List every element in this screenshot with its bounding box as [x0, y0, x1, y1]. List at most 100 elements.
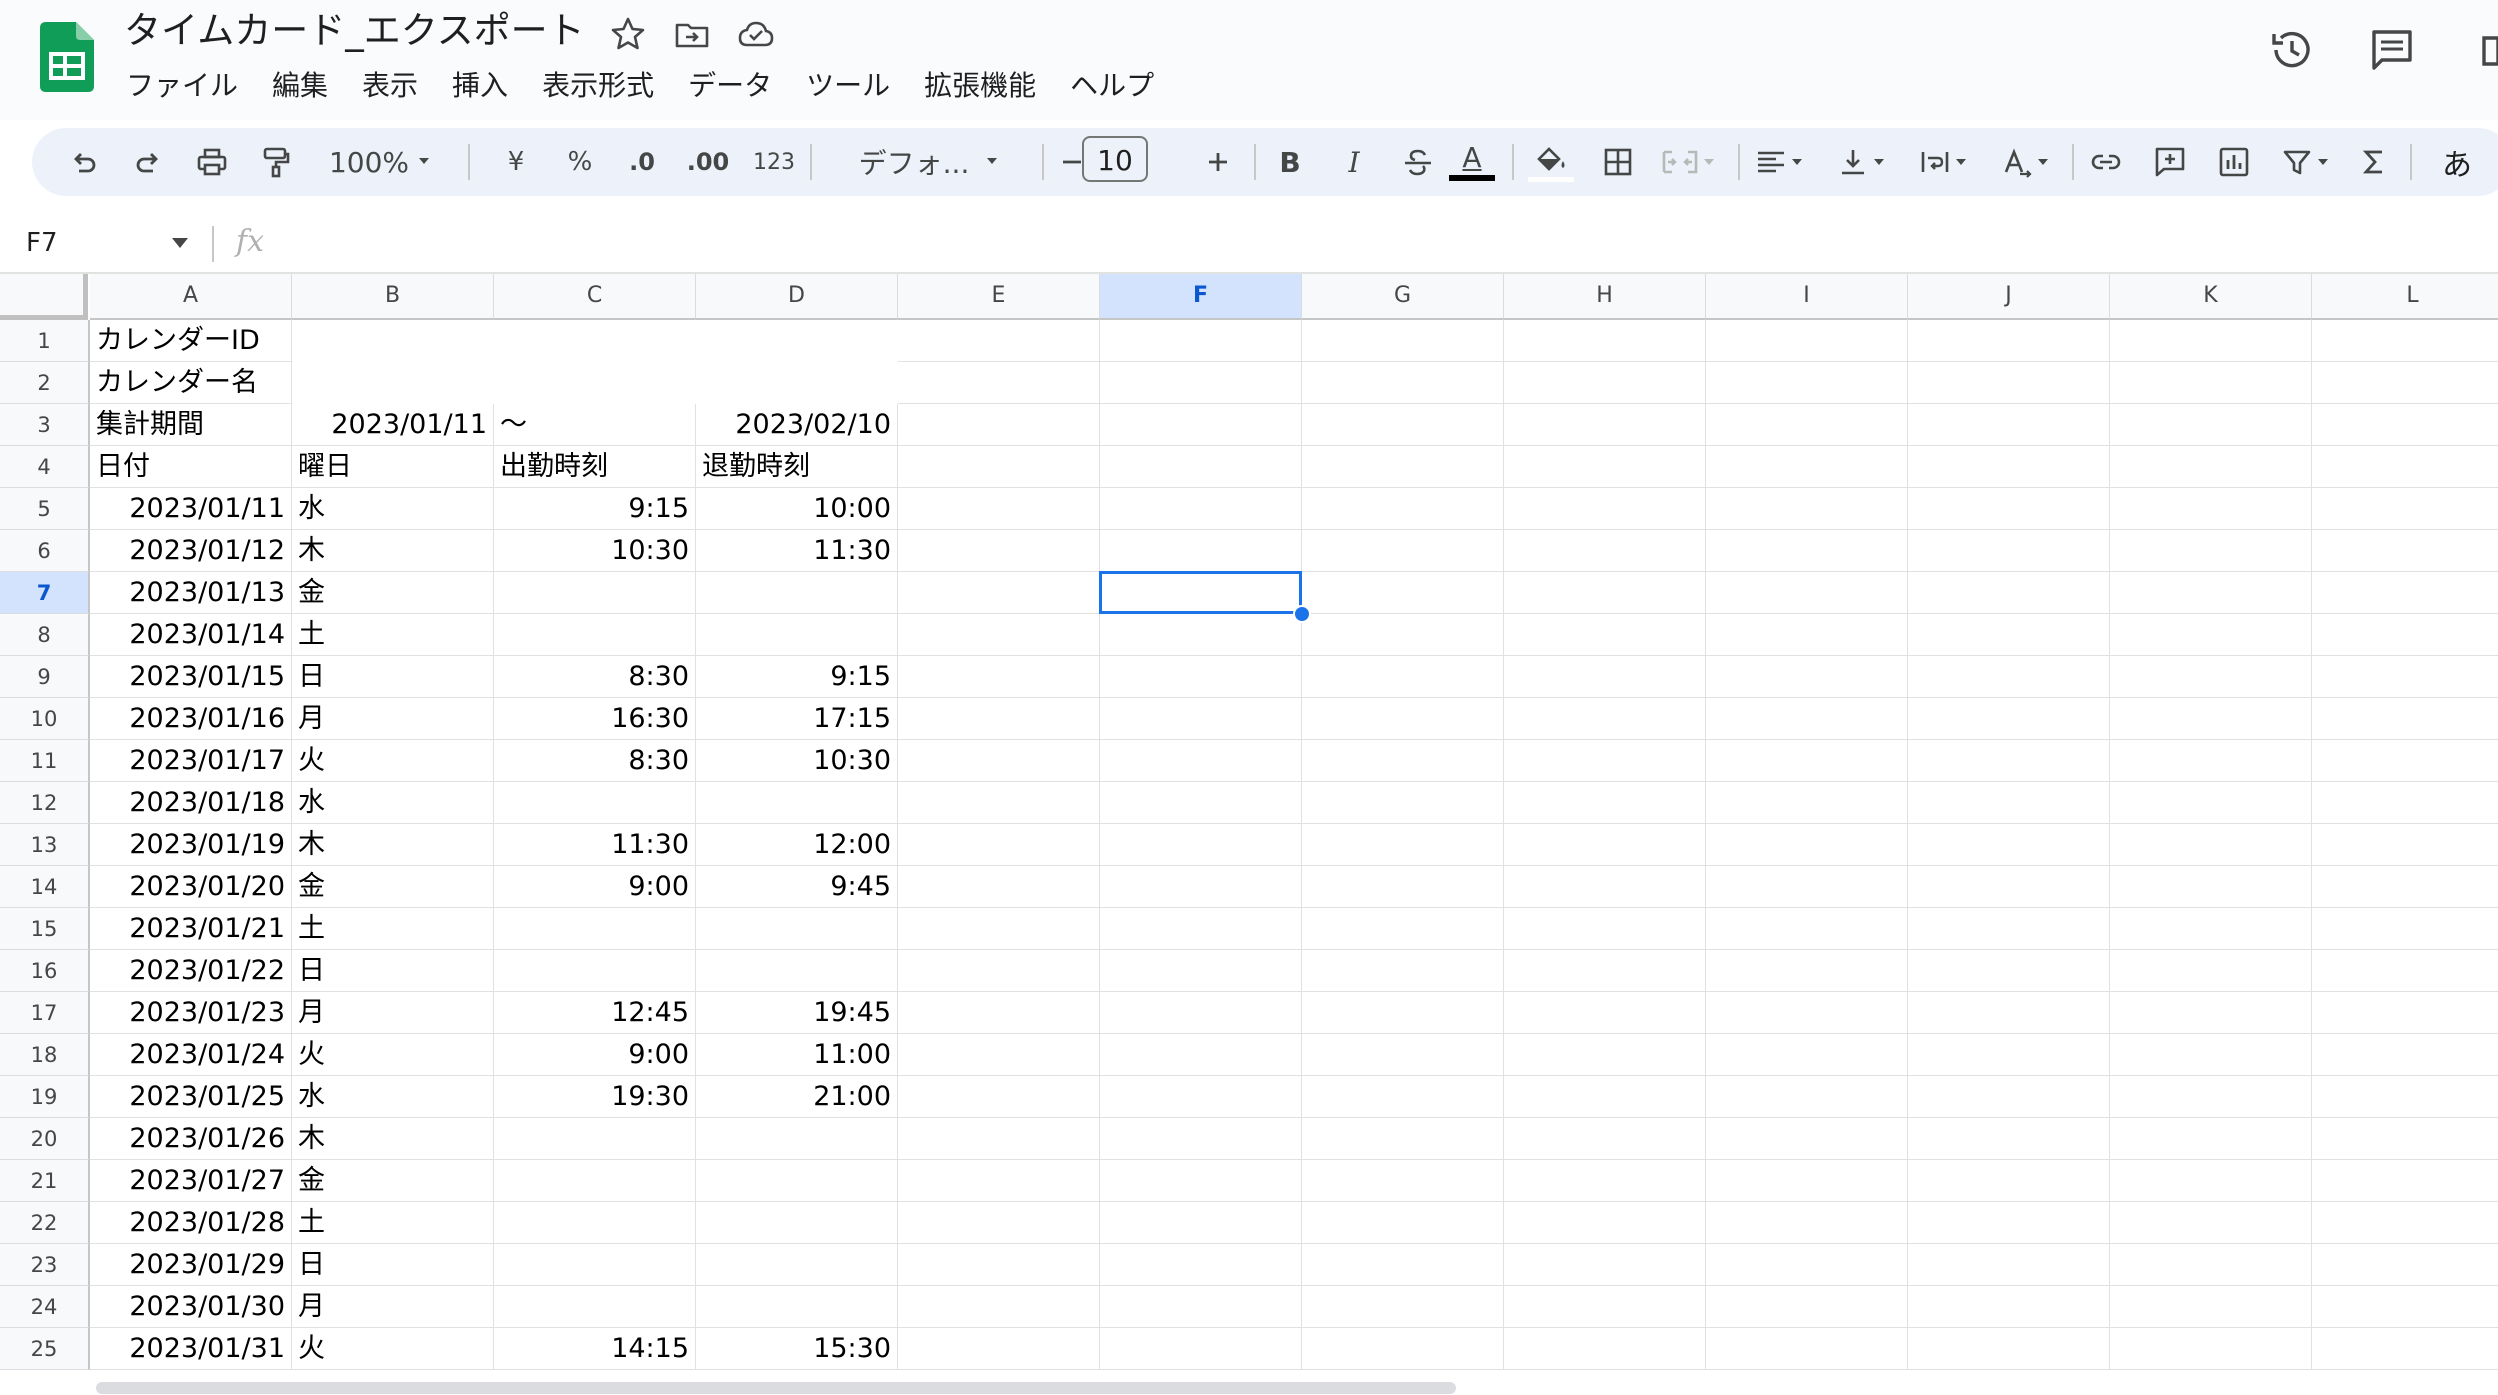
row-header-19[interactable]: 19 [0, 1076, 90, 1118]
cell-b18[interactable]: 火 [292, 1034, 494, 1076]
cell-d19[interactable]: 21:00 [696, 1076, 898, 1118]
cell-d9[interactable]: 9:15 [696, 656, 898, 698]
cell-g17[interactable] [1302, 992, 1504, 1034]
cell-c18[interactable]: 9:00 [494, 1034, 696, 1076]
cell-d5[interactable]: 10:00 [696, 488, 898, 530]
merge-cells-button[interactable] [1652, 138, 1728, 186]
cell-j6[interactable] [1908, 530, 2110, 572]
cell-c20[interactable] [494, 1118, 696, 1160]
cell-g2[interactable] [1302, 362, 1504, 404]
cell-k1[interactable] [2110, 320, 2312, 362]
cell-k7[interactable] [2110, 572, 2312, 614]
cell-l15[interactable] [2312, 908, 2498, 950]
cell-j18[interactable] [1908, 1034, 2110, 1076]
cell-f16[interactable] [1100, 950, 1302, 992]
cell-d7[interactable] [696, 572, 898, 614]
cell-h12[interactable] [1504, 782, 1706, 824]
cell-h3[interactable] [1504, 404, 1706, 446]
row-header-25[interactable]: 25 [0, 1328, 90, 1370]
menu-insert[interactable]: 挿入 [435, 66, 525, 106]
cell-l21[interactable] [2312, 1160, 2498, 1202]
name-box[interactable]: F7 [26, 224, 58, 262]
row-header-23[interactable]: 23 [0, 1244, 90, 1286]
cell-g9[interactable] [1302, 656, 1504, 698]
cell-g8[interactable] [1302, 614, 1504, 656]
cell-b17[interactable]: 月 [292, 992, 494, 1034]
cell-h11[interactable] [1504, 740, 1706, 782]
font-size-input[interactable]: 10 [1082, 136, 1148, 182]
column-header-f[interactable]: F [1100, 274, 1302, 320]
column-header-j[interactable]: J [1908, 274, 2110, 320]
cell-c13[interactable]: 11:30 [494, 824, 696, 866]
cell-g5[interactable] [1302, 488, 1504, 530]
cell-c2[interactable] [494, 362, 696, 404]
cell-e16[interactable] [898, 950, 1100, 992]
font-size-increase-button[interactable] [1196, 138, 1240, 186]
cell-f10[interactable] [1100, 698, 1302, 740]
row-header-1[interactable]: 1 [0, 320, 90, 362]
cell-b12[interactable]: 水 [292, 782, 494, 824]
cell-h22[interactable] [1504, 1202, 1706, 1244]
column-header-l[interactable]: L [2312, 274, 2498, 320]
cell-j24[interactable] [1908, 1286, 2110, 1328]
row-header-18[interactable]: 18 [0, 1034, 90, 1076]
cell-i10[interactable] [1706, 698, 1908, 740]
cell-g4[interactable] [1302, 446, 1504, 488]
zoom-select[interactable]: 100% [322, 138, 446, 186]
cell-a6[interactable]: 2023/01/12 [90, 530, 292, 572]
cell-j22[interactable] [1908, 1202, 2110, 1244]
cell-d1[interactable] [696, 320, 898, 362]
row-header-21[interactable]: 21 [0, 1160, 90, 1202]
cell-c1[interactable] [494, 320, 696, 362]
cell-k17[interactable] [2110, 992, 2312, 1034]
cell-k24[interactable] [2110, 1286, 2312, 1328]
cell-a5[interactable]: 2023/01/11 [90, 488, 292, 530]
cell-a18[interactable]: 2023/01/24 [90, 1034, 292, 1076]
cell-j11[interactable] [1908, 740, 2110, 782]
cell-a25[interactable]: 2023/01/31 [90, 1328, 292, 1370]
cell-a9[interactable]: 2023/01/15 [90, 656, 292, 698]
cell-l25[interactable] [2312, 1328, 2498, 1370]
cell-b15[interactable]: 土 [292, 908, 494, 950]
cell-h23[interactable] [1504, 1244, 1706, 1286]
cell-d17[interactable]: 19:45 [696, 992, 898, 1034]
cell-e19[interactable] [898, 1076, 1100, 1118]
font-family-select[interactable]: デフォ... [830, 138, 1038, 186]
cell-j10[interactable] [1908, 698, 2110, 740]
cell-d12[interactable] [696, 782, 898, 824]
cell-d11[interactable]: 10:30 [696, 740, 898, 782]
cell-h1[interactable] [1504, 320, 1706, 362]
row-header-11[interactable]: 11 [0, 740, 90, 782]
cell-f4[interactable] [1100, 446, 1302, 488]
cell-l9[interactable] [2312, 656, 2498, 698]
italic-button[interactable]: I [1332, 138, 1376, 186]
cell-l19[interactable] [2312, 1076, 2498, 1118]
cell-d21[interactable] [696, 1160, 898, 1202]
cell-k16[interactable] [2110, 950, 2312, 992]
cell-j2[interactable] [1908, 362, 2110, 404]
cell-k4[interactable] [2110, 446, 2312, 488]
row-header-3[interactable]: 3 [0, 404, 90, 446]
cell-k12[interactable] [2110, 782, 2312, 824]
insert-link-button[interactable] [2084, 138, 2128, 186]
decrease-decimal-button[interactable]: .0 [618, 138, 666, 186]
cell-g1[interactable] [1302, 320, 1504, 362]
cell-h21[interactable] [1504, 1160, 1706, 1202]
cell-c7[interactable] [494, 572, 696, 614]
cell-d6[interactable]: 11:30 [696, 530, 898, 572]
column-header-e[interactable]: E [898, 274, 1100, 320]
cell-f6[interactable] [1100, 530, 1302, 572]
cell-l5[interactable] [2312, 488, 2498, 530]
cell-f20[interactable] [1100, 1118, 1302, 1160]
cell-d24[interactable] [696, 1286, 898, 1328]
cell-d23[interactable] [696, 1244, 898, 1286]
cell-k21[interactable] [2110, 1160, 2312, 1202]
cell-k9[interactable] [2110, 656, 2312, 698]
cell-l11[interactable] [2312, 740, 2498, 782]
cell-l23[interactable] [2312, 1244, 2498, 1286]
column-header-k[interactable]: K [2110, 274, 2312, 320]
cell-i8[interactable] [1706, 614, 1908, 656]
cell-b21[interactable]: 金 [292, 1160, 494, 1202]
cell-c3[interactable]: 〜 [494, 404, 696, 446]
cell-h16[interactable] [1504, 950, 1706, 992]
